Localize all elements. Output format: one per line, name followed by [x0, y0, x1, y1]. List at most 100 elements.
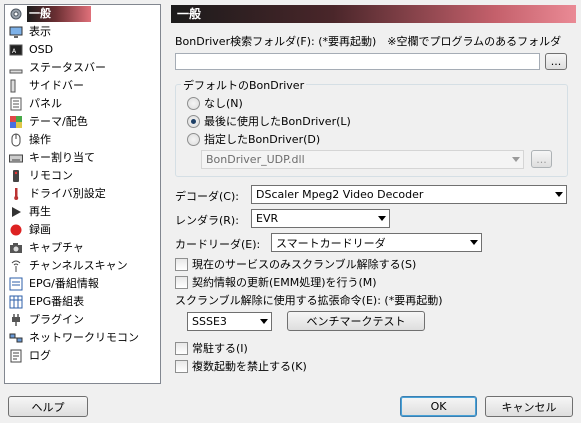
plug-icon	[8, 312, 24, 328]
nav-item[interactable]: ステータスバー	[5, 59, 160, 77]
card-reader-label: カードリーダ(E):	[175, 238, 261, 251]
instruction-set-select[interactable]: SSSE3	[187, 312, 272, 331]
nav-item[interactable]: サイドバー	[5, 77, 160, 95]
decoder-label: デコーダ(C):	[175, 190, 239, 203]
radio-none-indicator	[187, 96, 200, 110]
settings-category-list[interactable]: 一般表示 A OSD ステータスバー サイドバーパネルテーマ/配色 操作キー割り当て リモコ…	[4, 4, 161, 384]
nav-item[interactable]: キー割り当て	[5, 149, 160, 167]
statusbar-icon	[8, 60, 24, 76]
radio-specified[interactable]: 指定したBonDriver(D)	[187, 131, 320, 147]
nav-item[interactable]: キャプチャ	[5, 239, 160, 257]
descramble-current-label: 現在のサービスのみスクランブル解除する(S)	[192, 258, 417, 271]
chevron-down-icon	[378, 216, 386, 221]
decoder-select[interactable]: DScaler Mpeg2 Video Decoder	[251, 185, 567, 204]
cancel-button[interactable]: キャンセル	[485, 396, 573, 417]
chevron-down-icon	[555, 192, 563, 197]
record-icon	[8, 222, 24, 238]
radio-none[interactable]: なし(N)	[187, 95, 243, 111]
descramble-current-checkbox[interactable]: 現在のサービスのみスクランブル解除する(S)	[175, 256, 416, 272]
log-icon	[8, 348, 24, 364]
nav-item-label: ステータスバー	[29, 61, 106, 74]
nav-item-label: 表示	[29, 25, 51, 38]
nav-item[interactable]: 操作	[5, 131, 160, 149]
epg-info-icon	[8, 276, 24, 292]
nav-item-label: EPG番組表	[29, 295, 85, 308]
palette-icon	[8, 114, 24, 130]
play-icon	[8, 204, 24, 220]
help-button[interactable]: ヘルプ	[8, 396, 88, 417]
nav-item[interactable]: ドライバ別設定	[5, 185, 160, 203]
nav-item[interactable]: ログ	[5, 347, 160, 365]
nav-item[interactable]: EPG番組表	[5, 293, 160, 311]
camera-icon	[8, 240, 24, 256]
nav-item[interactable]: 一般	[5, 5, 160, 23]
chevron-down-icon	[512, 157, 520, 162]
no-multiple-checkbox[interactable]: 複数起動を禁止する(K)	[175, 358, 307, 374]
emm-update-label: 契約情報の更新(EMM処理)を行う(M)	[192, 276, 377, 289]
nav-item[interactable]: リモコン	[5, 167, 160, 185]
nav-item-label: 一般	[27, 6, 91, 22]
radio-specified-label: 指定したBonDriver(D)	[204, 133, 321, 146]
nav-item-label: サイドバー	[29, 79, 84, 92]
radio-last-used[interactable]: 最後に使用したBonDriver(L)	[187, 113, 351, 129]
nav-item[interactable]: プラグイン	[5, 311, 160, 329]
nav-item[interactable]: テーマ/配色	[5, 113, 160, 131]
nav-item-label: ネットワークリモコン	[29, 331, 139, 344]
panel-icon	[8, 96, 24, 112]
radio-specified-indicator	[187, 132, 200, 146]
nav-item[interactable]: 表示	[5, 23, 160, 41]
nav-item-label: テーマ/配色	[29, 115, 88, 128]
nav-item[interactable]: A OSD	[5, 41, 160, 59]
instruction-set-value: SSSE3	[192, 315, 227, 328]
specified-bondriver-combo[interactable]: BonDriver_UDP.dll	[201, 150, 524, 169]
card-reader-select[interactable]: スマートカードリーダ	[271, 233, 482, 252]
nav-item[interactable]: 録画	[5, 221, 160, 239]
nav-item-label: チャンネルスキャン	[29, 259, 128, 272]
nav-item-label: 操作	[29, 133, 51, 146]
default-bondriver-group-title: デフォルトのBonDriver	[181, 77, 307, 93]
nav-item-label: リモコン	[29, 169, 73, 182]
nav-item[interactable]: EPG/番組情報	[5, 275, 160, 293]
sidebar-icon	[8, 78, 24, 94]
nav-item-label: EPG/番組情報	[29, 277, 99, 290]
driver-icon	[8, 186, 24, 202]
resident-checkbox[interactable]: 常駐する(I)	[175, 340, 248, 356]
nav-item-label: 録画	[29, 223, 51, 236]
bondriver-folder-browse-button[interactable]: ...	[545, 53, 567, 70]
nav-item[interactable]: ネットワークリモコン	[5, 329, 160, 347]
epg-table-icon	[8, 294, 24, 310]
network-icon	[8, 330, 24, 346]
specified-bondriver-browse-button[interactable]: ...	[531, 150, 552, 168]
radio-last-used-label: 最後に使用したBonDriver(L)	[204, 115, 351, 128]
osd-icon: A	[8, 42, 24, 58]
benchmark-button[interactable]: ベンチマークテスト	[287, 311, 425, 331]
antenna-icon	[8, 258, 24, 274]
specified-bondriver-value: BonDriver_UDP.dll	[206, 153, 305, 166]
bondriver-folder-label: BonDriver検索フォルダ(F): (*要再起動) ※空欄でプログラムのある…	[175, 35, 562, 48]
radio-last-used-indicator	[187, 114, 200, 128]
card-reader-value: スマートカードリーダ	[276, 236, 386, 250]
resident-label: 常駐する(I)	[192, 342, 248, 355]
monitor-icon	[8, 24, 24, 40]
nav-item-label: ログ	[29, 349, 51, 362]
keyboard-icon	[8, 150, 24, 166]
nav-item-label: パネル	[29, 97, 62, 110]
bondriver-folder-input[interactable]	[175, 53, 540, 70]
mouse-icon	[8, 132, 24, 148]
emm-update-checkbox[interactable]: 契約情報の更新(EMM処理)を行う(M)	[175, 274, 377, 290]
decoder-value: DScaler Mpeg2 Video Decoder	[256, 188, 424, 201]
nav-item-label: 再生	[29, 205, 51, 218]
nav-item-label: キー割り当て	[29, 151, 95, 164]
nav-item-label: OSD	[29, 43, 54, 56]
ok-button[interactable]: OK	[400, 396, 477, 417]
nav-item[interactable]: チャンネルスキャン	[5, 257, 160, 275]
chevron-down-icon	[260, 319, 268, 324]
renderer-select[interactable]: EVR	[251, 209, 390, 228]
nav-item-label: ドライバ別設定	[29, 187, 106, 200]
nav-item[interactable]: パネル	[5, 95, 160, 113]
nav-item[interactable]: 再生	[5, 203, 160, 221]
chevron-down-icon	[470, 240, 478, 245]
no-multiple-checkbox-box	[175, 359, 188, 373]
nav-item-label: プラグイン	[29, 313, 84, 326]
page-title: 一般	[171, 5, 576, 23]
